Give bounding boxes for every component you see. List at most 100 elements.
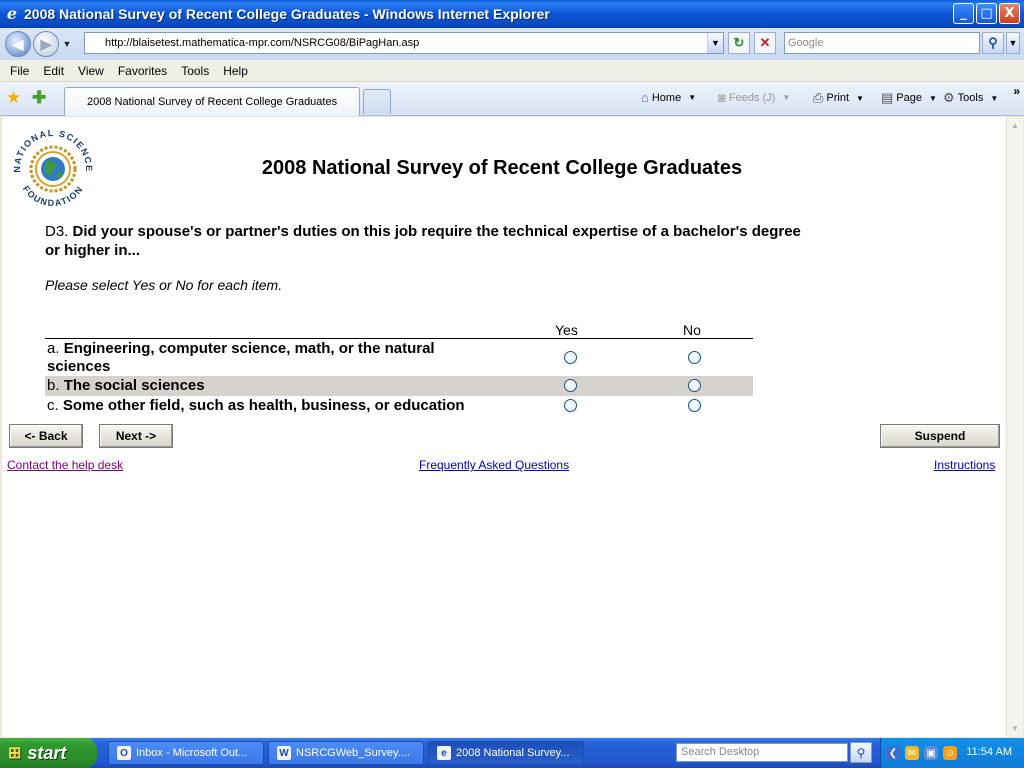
forward-nav-button[interactable]: ▶: [33, 31, 59, 57]
logo-text-bottom: FOUNDATION: [21, 184, 84, 208]
next-button[interactable]: Next ->: [99, 424, 173, 448]
taskbar-item-word[interactable]: W NSRCGWeb_Survey....: [268, 741, 424, 765]
menu-help[interactable]: Help: [216, 64, 255, 78]
grid-header: Yes No: [45, 320, 753, 339]
start-label: start: [27, 742, 67, 763]
system-tray: ❮ ✉ ▣ ☺ 11:54 AM: [880, 738, 1024, 768]
ie-icon: e: [437, 746, 451, 760]
clock: 11:54 AM: [966, 746, 1012, 758]
scroll-down-icon[interactable]: ▼: [1007, 720, 1023, 737]
radio-c-yes[interactable]: [564, 399, 577, 412]
search-button[interactable]: ⚲: [982, 32, 1004, 54]
chevron-down-icon[interactable]: ▼: [856, 94, 864, 103]
page-icon: ▤: [881, 90, 894, 105]
faq-link[interactable]: Frequently Asked Questions: [419, 458, 569, 472]
menu-bar: File Edit View Favorites Tools Help: [0, 60, 1024, 82]
network-icon[interactable]: ▣: [924, 746, 938, 760]
menu-favorites[interactable]: Favorites: [111, 64, 174, 78]
task-label: NSRCGWeb_Survey....: [296, 747, 410, 759]
stop-icon: ✕: [759, 35, 771, 50]
tab-command-bar: ★ ✚ 2008 National Survey of Recent Colle…: [0, 82, 1024, 116]
word-icon: W: [277, 746, 291, 760]
question-number: D3.: [45, 223, 69, 240]
home-button[interactable]: ⌂ Home ▼: [641, 90, 696, 105]
menu-tools[interactable]: Tools: [174, 64, 216, 78]
instruction-text: Please select Yes or No for each item.: [45, 277, 283, 293]
taskbar-item-ie[interactable]: e 2008 National Survey...: [428, 741, 584, 765]
scroll-up-icon[interactable]: ▲: [1007, 117, 1023, 134]
column-no-label: No: [683, 322, 701, 338]
page-menu-button[interactable]: ▤ Page ▼: [881, 90, 937, 106]
search-options-dropdown[interactable]: ▼: [1006, 32, 1020, 54]
radio-c-no[interactable]: [688, 399, 701, 412]
item-label: Engineering, computer science, math, or …: [47, 340, 435, 375]
recent-pages-dropdown[interactable]: ▼: [61, 39, 73, 49]
back-arrow-icon[interactable]: ❮: [886, 746, 900, 760]
item-label: Some other field, such as health, busine…: [62, 397, 465, 414]
new-tab-button[interactable]: [363, 89, 391, 114]
suspend-button[interactable]: Suspend: [880, 424, 1000, 448]
start-button[interactable]: ⊞ start: [0, 738, 97, 768]
refresh-button[interactable]: ↻: [728, 32, 750, 54]
radio-b-no[interactable]: [688, 379, 701, 392]
question-prompt: Did your spouse's or partner's duties on…: [45, 223, 801, 259]
url-text[interactable]: http://blaisetest.mathematica-mpr.com/NS…: [85, 37, 419, 49]
print-label: Print: [826, 92, 850, 104]
item-label: The social sciences: [63, 377, 205, 394]
minimize-button[interactable]: _: [953, 3, 974, 24]
menu-edit[interactable]: Edit: [36, 64, 71, 78]
address-toolbar: ◀ ▶ ▼ http://blaisetest.mathematica-mpr.…: [0, 28, 1024, 60]
chevron-down-icon[interactable]: ▼: [782, 93, 790, 102]
page-content: NATIONAL SCIENCE FOUNDATION 2008 Nationa…: [2, 117, 1006, 737]
item-letter: b.: [47, 377, 60, 394]
grid-row-b: b. The social sciences: [45, 376, 753, 396]
refresh-icon: ↻: [733, 35, 745, 50]
windows-logo-icon: ⊞: [8, 745, 22, 762]
taskbar: ⊞ start O Inbox - Microsoft Out... W NSR…: [0, 738, 1024, 768]
add-favorite-icon[interactable]: ✚: [32, 88, 46, 108]
vertical-scrollbar[interactable]: ▲ ▼: [1006, 117, 1023, 737]
chevron-down-icon[interactable]: ▼: [929, 94, 937, 103]
back-nav-button[interactable]: ◀: [5, 31, 31, 57]
instructions-link[interactable]: Instructions: [934, 458, 995, 472]
chevron-down-icon[interactable]: ▼: [688, 93, 696, 102]
mail-icon[interactable]: ✉: [905, 746, 919, 760]
help-desk-link[interactable]: Contact the help desk: [7, 458, 123, 472]
address-dropdown-button[interactable]: ▼: [707, 33, 723, 53]
close-button[interactable]: X: [999, 3, 1020, 24]
grid-row-a: a. Engineering, computer science, math, …: [45, 339, 753, 376]
maximize-button[interactable]: □: [976, 3, 997, 24]
page-label: Page: [896, 92, 922, 104]
taskbar-item-outlook[interactable]: O Inbox - Microsoft Out...: [108, 741, 264, 765]
radio-a-no[interactable]: [688, 351, 701, 364]
arrow-left-icon: ◀: [12, 35, 24, 52]
menu-view[interactable]: View: [71, 64, 111, 78]
tab-current[interactable]: 2008 National Survey of Recent College G…: [64, 87, 360, 116]
task-label: Inbox - Microsoft Out...: [136, 747, 248, 759]
search-input[interactable]: Google: [784, 32, 980, 54]
home-label: Home: [651, 91, 682, 104]
feeds-button[interactable]: ◙ Feeds (J) ▼: [718, 90, 790, 105]
response-grid: Yes No a. Engineering, computer science,…: [45, 320, 753, 416]
toolbar-overflow-icon[interactable]: »: [1013, 84, 1020, 98]
feeds-label: Feeds (J): [728, 91, 776, 104]
back-button[interactable]: <- Back: [9, 424, 83, 448]
stop-button[interactable]: ✕: [754, 32, 776, 54]
menu-file[interactable]: File: [3, 64, 36, 78]
printer-icon: ⎙: [813, 90, 824, 105]
window-title: 2008 National Survey of Recent College G…: [24, 6, 550, 22]
address-field[interactable]: http://blaisetest.mathematica-mpr.com/NS…: [84, 32, 724, 54]
chevron-down-icon[interactable]: ▼: [990, 94, 998, 103]
tools-menu-button[interactable]: ⚙ Tools ▼: [943, 90, 998, 106]
radio-a-yes[interactable]: [564, 351, 577, 364]
search-icon: ⚲: [856, 745, 866, 760]
task-label: 2008 National Survey...: [456, 747, 570, 759]
item-letter: c.: [47, 397, 59, 414]
desktop-search-input[interactable]: Search Desktop: [676, 743, 848, 762]
svg-text:FOUNDATION: FOUNDATION: [21, 184, 85, 208]
print-button[interactable]: ⎙ Print ▼: [813, 90, 864, 106]
messenger-icon[interactable]: ☺: [943, 746, 957, 760]
favorites-star-icon[interactable]: ★: [6, 88, 21, 108]
radio-b-yes[interactable]: [564, 379, 577, 392]
desktop-search-button[interactable]: ⚲: [850, 742, 872, 763]
